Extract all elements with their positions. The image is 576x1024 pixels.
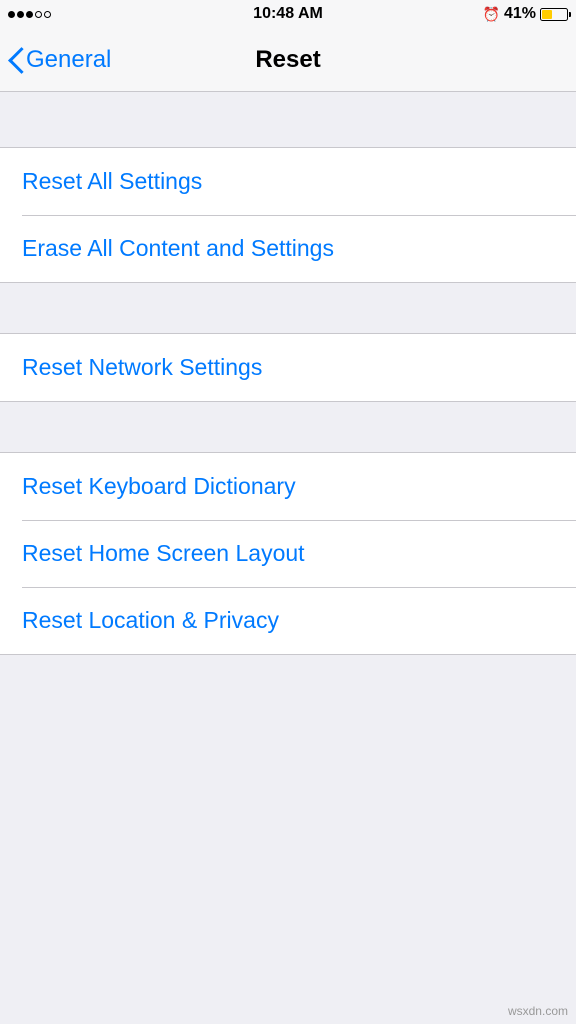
list-item-label: Erase All Content and Settings <box>22 235 334 261</box>
list-group-1: Reset All Settings Erase All Content and… <box>0 147 576 283</box>
status-right: ⏰ 41% <box>483 5 568 23</box>
list-group-3: Reset Keyboard Dictionary Reset Home Scr… <box>0 452 576 655</box>
section-gap <box>0 92 576 147</box>
page-title: Reset <box>255 46 320 74</box>
list-item-label: Reset Location & Privacy <box>22 607 279 633</box>
battery-percent: 41% <box>504 5 536 23</box>
back-label: General <box>26 46 111 74</box>
section-gap <box>0 402 576 452</box>
list-group-2: Reset Network Settings <box>0 333 576 402</box>
chevron-left-icon <box>8 48 22 72</box>
battery-icon <box>540 8 568 21</box>
alarm-icon: ⏰ <box>483 6 500 23</box>
section-gap <box>0 283 576 333</box>
reset-network-settings[interactable]: Reset Network Settings <box>0 334 576 401</box>
list-item-label: Reset All Settings <box>22 168 202 194</box>
reset-location-privacy[interactable]: Reset Location & Privacy <box>0 587 576 654</box>
navigation-bar: General Reset <box>0 28 576 92</box>
watermark: wsxdn.com <box>508 1004 568 1018</box>
erase-all-content[interactable]: Erase All Content and Settings <box>0 215 576 282</box>
signal-strength-icon <box>8 11 51 18</box>
reset-home-screen-layout[interactable]: Reset Home Screen Layout <box>0 520 576 587</box>
reset-keyboard-dictionary[interactable]: Reset Keyboard Dictionary <box>0 453 576 520</box>
back-button[interactable]: General <box>8 46 111 74</box>
status-time: 10:48 AM <box>253 5 323 23</box>
list-item-label: Reset Keyboard Dictionary <box>22 473 296 499</box>
list-item-label: Reset Network Settings <box>22 354 262 380</box>
status-left <box>8 11 51 18</box>
status-bar: 10:48 AM ⏰ 41% <box>0 0 576 28</box>
reset-all-settings[interactable]: Reset All Settings <box>0 148 576 215</box>
list-item-label: Reset Home Screen Layout <box>22 540 305 566</box>
